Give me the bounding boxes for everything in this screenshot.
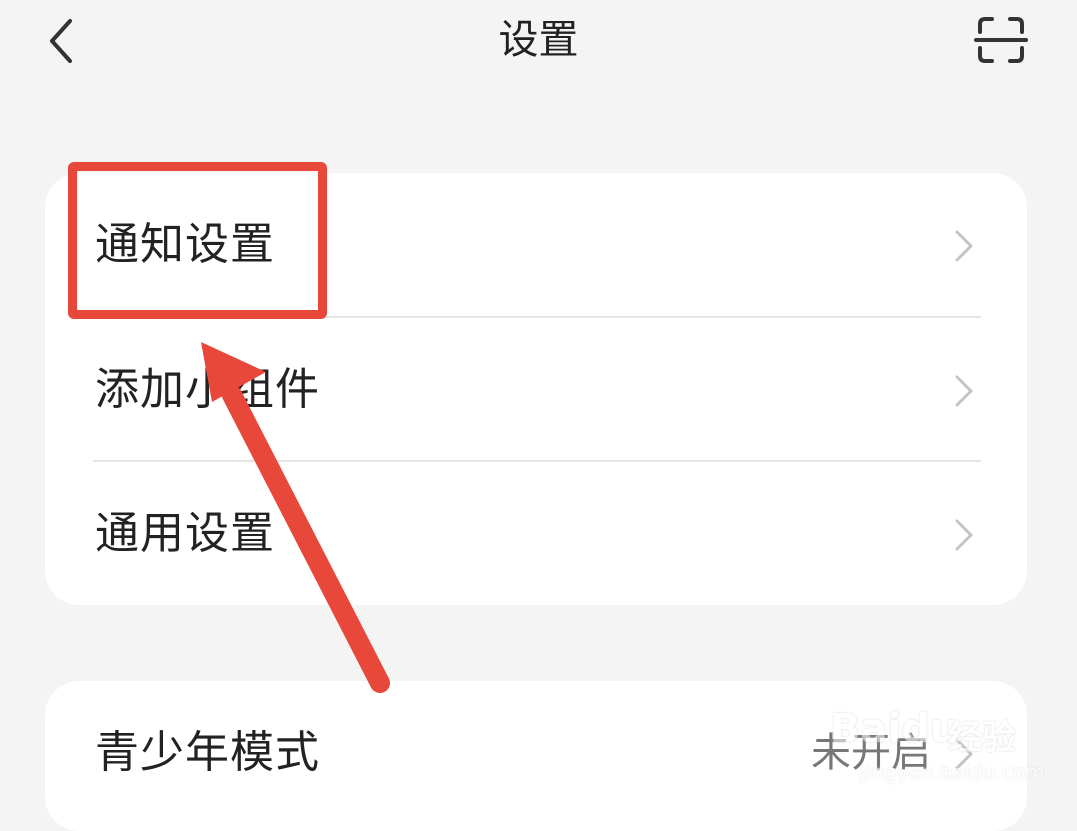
chevron-right-icon [955, 375, 973, 407]
settings-card-youth: 青少年模式 未开启 [45, 681, 1027, 831]
highlight-box [68, 162, 327, 319]
settings-item-label: 青少年模式 [95, 727, 320, 778]
chevron-right-icon [955, 738, 973, 770]
scan-icon [974, 17, 1028, 63]
navigation-bar: 设置 [0, 0, 1077, 90]
page-title: 设置 [498, 17, 579, 63]
settings-item-general[interactable]: 通用设置 [45, 462, 1027, 606]
chevron-right-icon [955, 519, 973, 551]
scan-button[interactable] [972, 14, 1030, 66]
settings-item-label: 添加小组件 [95, 364, 320, 415]
settings-item-youth-mode[interactable]: 青少年模式 未开启 [45, 681, 1027, 825]
settings-item-value: 未开启 [811, 730, 931, 776]
settings-item-label: 通用设置 [95, 508, 275, 559]
settings-item-add-widget[interactable]: 添加小组件 [45, 318, 1027, 462]
chevron-right-icon [955, 230, 973, 262]
